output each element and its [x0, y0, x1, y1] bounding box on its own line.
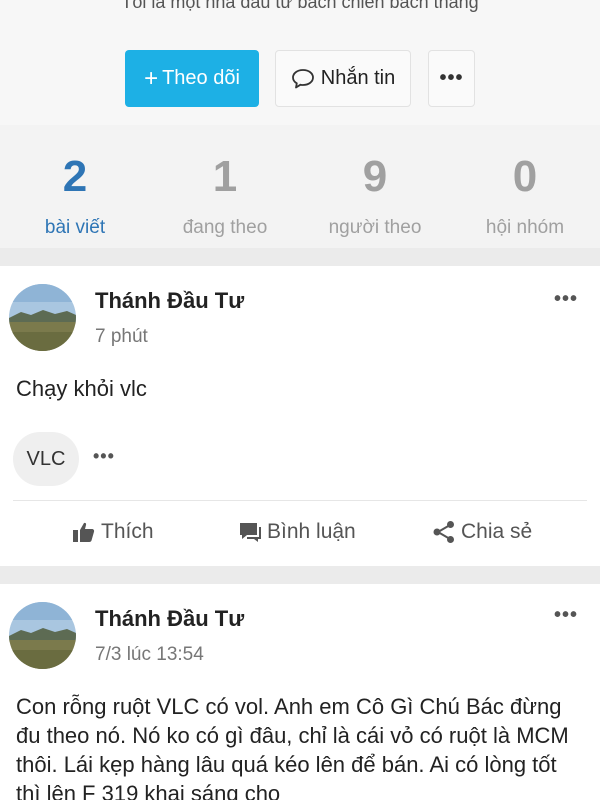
post-time: 7/3 lúc 13:54 — [95, 644, 204, 665]
follow-button[interactable]: + Theo dõi — [125, 50, 259, 107]
post-tag[interactable]: VLC — [13, 432, 79, 486]
share-icon — [433, 521, 454, 543]
stat-posts[interactable]: 2 bài viết — [0, 125, 150, 248]
stat-following[interactable]: 1 đang theo — [150, 125, 300, 248]
like-label: Thích — [101, 520, 154, 543]
stat-value: 9 — [362, 152, 388, 201]
comment-label: Bình luận — [267, 520, 356, 543]
message-button[interactable]: Nhắn tin — [275, 50, 411, 107]
tag-more-button[interactable]: ••• — [93, 446, 115, 467]
stat-value: 2 — [62, 152, 88, 201]
divider — [13, 500, 587, 501]
message-button-label: Nhắn tin — [320, 67, 396, 89]
stat-label: đang theo — [182, 217, 268, 238]
profile-bio: Tôi là một nhà đầu tư bách chiến bách th… — [121, 0, 479, 12]
chat-bubble-icon — [291, 68, 314, 88]
comment-icon — [240, 523, 261, 542]
post-actions: Thích Bình luận Chia sẻ — [0, 520, 600, 550]
stat-label: người theo — [328, 217, 422, 238]
stat-value: 0 — [512, 152, 538, 201]
profile-header: Tôi là một nhà đầu tư bách chiến bách th… — [0, 0, 600, 125]
avatar[interactable] — [9, 284, 76, 351]
post-more-button[interactable]: ••• — [554, 288, 578, 311]
like-button[interactable]: Thích — [72, 520, 154, 544]
post-author[interactable]: Thánh Đầu Tư — [95, 606, 244, 632]
follow-button-label: Theo dõi — [162, 67, 240, 89]
post-more-button[interactable]: ••• — [554, 604, 578, 627]
stat-label: hội nhóm — [485, 217, 565, 238]
stat-followers[interactable]: 9 người theo — [300, 125, 450, 248]
share-button[interactable]: Chia sẻ — [432, 520, 532, 544]
stat-groups[interactable]: 0 hội nhóm — [450, 125, 600, 248]
stat-value: 1 — [212, 152, 238, 201]
post-time: 7 phút — [95, 326, 148, 347]
plus-icon: + — [144, 64, 159, 92]
post-content: Con rỗng ruột VLC có vol. Anh em Cô Gì C… — [16, 694, 569, 800]
thumbs-up-icon — [73, 522, 95, 542]
post-author[interactable]: Thánh Đầu Tư — [95, 288, 244, 314]
avatar[interactable] — [9, 602, 76, 669]
avatar-landscape-image — [9, 602, 76, 669]
stat-label: bài viết — [44, 217, 106, 238]
post-card: Thánh Đầu Tư 7 phút ••• Chạy khỏi vlc VL… — [0, 266, 600, 566]
avatar-landscape-image — [9, 284, 76, 351]
comment-button[interactable]: Bình luận — [238, 520, 356, 544]
post-card: Thánh Đầu Tư 7/3 lúc 13:54 ••• Con rỗng … — [0, 584, 600, 800]
post-content: Chạy khỏi vlc — [16, 376, 147, 401]
share-label: Chia sẻ — [461, 520, 533, 543]
profile-stats: 2 bài viết 1 đang theo 9 người theo 0 hộ… — [0, 125, 600, 248]
more-options-button[interactable]: ••• — [428, 50, 475, 107]
